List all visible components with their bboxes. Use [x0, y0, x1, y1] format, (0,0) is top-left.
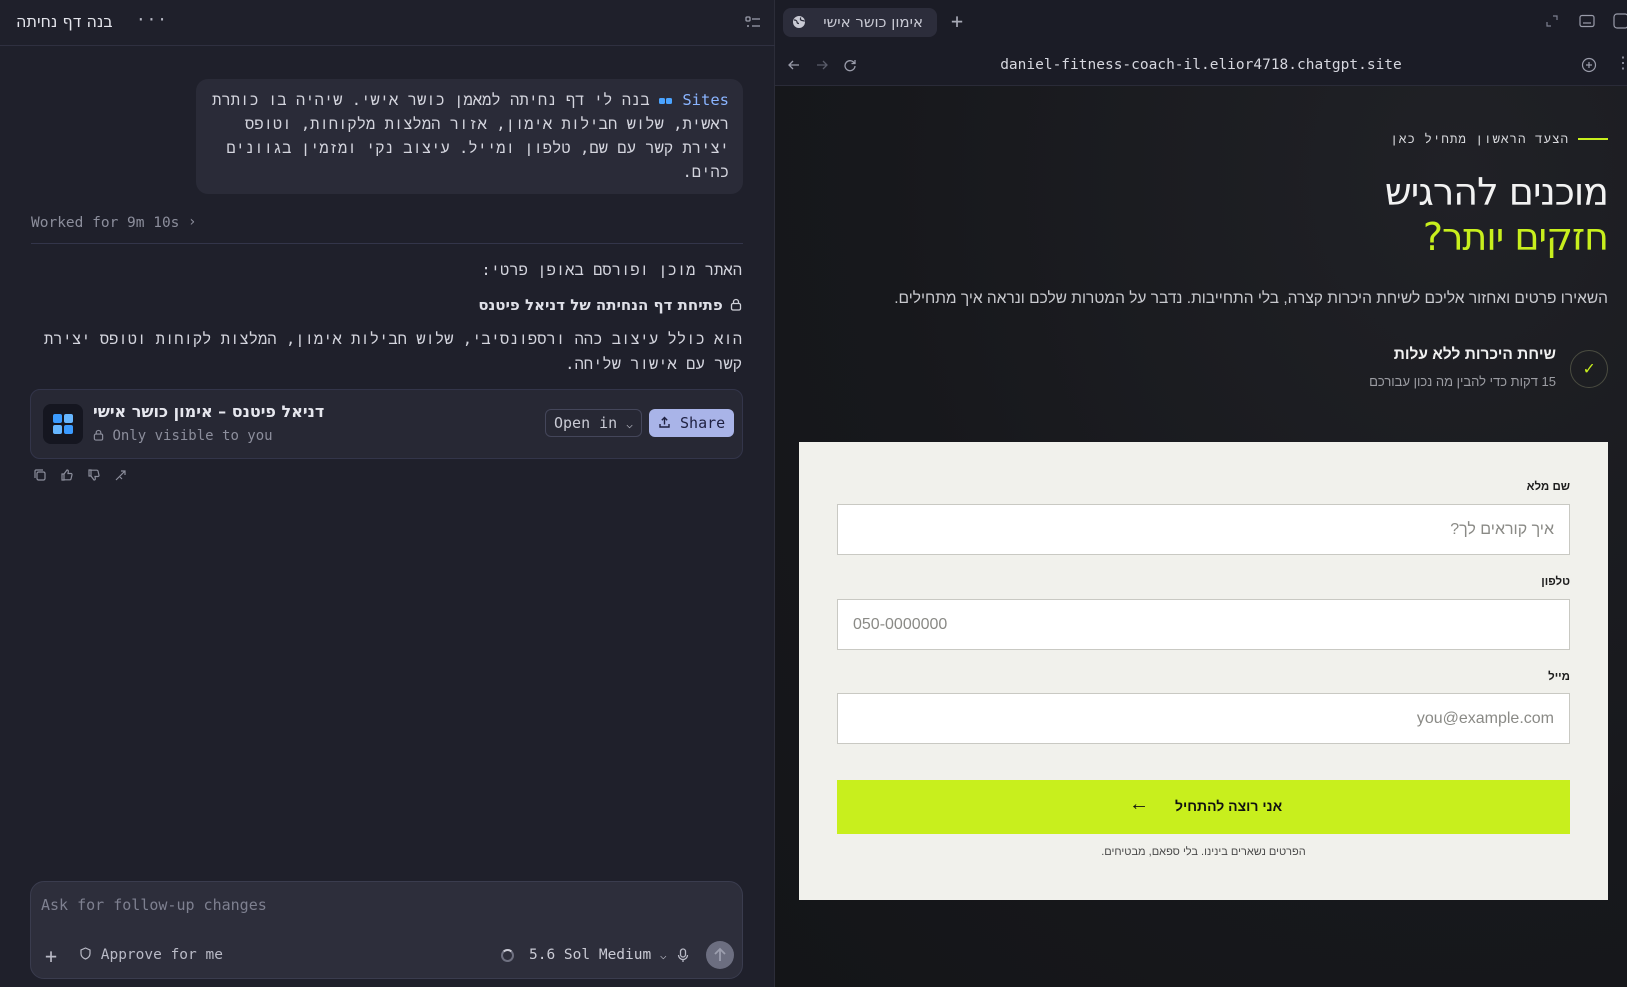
lock-icon — [93, 429, 104, 441]
thumbs-up-icon[interactable] — [60, 468, 74, 482]
name-label: שם מלא — [1526, 481, 1570, 493]
eyebrow-text: הצעד הראשון מתחיל כאן — [1390, 131, 1569, 146]
share-button[interactable]: Share — [649, 409, 735, 437]
arrow-up-icon — [714, 947, 726, 961]
hero-heading-line1: מוכנים להרגיש — [1384, 170, 1609, 214]
chevron-down-icon: ⌵ — [659, 949, 667, 962]
site-visibility-label: Only visible to you — [112, 428, 273, 444]
add-attachment-button[interactable]: + — [45, 944, 57, 968]
submit-label: אני רוצה להתחיל — [1175, 798, 1283, 814]
new-tab-button[interactable]: + — [951, 9, 963, 33]
tab-bar: אימון כושר אישי + — [775, 0, 1627, 46]
assistant-description: הוא כולל עיצוב כהה ורספונסיבי, שלוש חביל… — [43, 330, 742, 373]
open-in-button[interactable]: Open in ⌵ — [545, 409, 642, 437]
privacy-note: הפרטים נשארים בינינו. בלי ספאם, מבטיחים. — [1101, 846, 1306, 858]
thumbs-down-icon[interactable] — [87, 468, 101, 482]
site-logo-icon — [43, 404, 83, 444]
sites-icon — [658, 98, 665, 104]
copy-icon[interactable] — [33, 468, 47, 482]
globe-icon — [793, 16, 806, 28]
follow-up-input[interactable] — [41, 892, 721, 918]
browser-tab[interactable]: אימון כושר אישי — [783, 8, 937, 37]
expand-icon[interactable] — [1545, 14, 1559, 28]
contact-form: שם מלא טלפון מייל אני רוצה להתחיל ← הפרט… — [799, 442, 1608, 900]
user-message-text: בנה לי דף נחיתה למאמן כושר אישי. שיהיה ב… — [212, 91, 729, 181]
benefit-title: שיחת היכרות ללא עלות — [1393, 346, 1556, 363]
hero-heading-line2: חזקים יותר? — [1422, 215, 1609, 259]
lock-icon — [730, 298, 742, 311]
branch-icon[interactable] — [114, 468, 128, 482]
site-name: דניאל פיטנס – אימון כושר אישי — [93, 402, 325, 421]
phone-field[interactable] — [837, 599, 1570, 650]
worked-duration[interactable]: Worked for 9m 10s — [31, 215, 179, 231]
site-visibility: Only visible to you — [93, 428, 273, 444]
open-site-link-label: פתיחת דף הנחיתה של דניאל פיטנס — [478, 296, 723, 314]
sites-icon-2 — [665, 98, 672, 104]
add-icon[interactable] — [1581, 57, 1597, 73]
composer: + Approve for me 5.6 Sol Medium ⌵ — [30, 881, 743, 979]
landing-page: הצעד הראשון מתחיל כאן מוכנים להרגיש חזקי… — [775, 86, 1627, 987]
sites-chip-label: Sites — [682, 91, 729, 109]
assistant-ready-text: האתר מוכן ופורסם באופן פרטי: — [481, 261, 742, 279]
chevron-right-icon[interactable]: › — [188, 214, 196, 230]
chat-header: בנה דף נחיתה ··· — [0, 0, 775, 46]
menu-icon[interactable]: ⋮ — [1615, 53, 1627, 72]
check-icon: ✓ — [1570, 350, 1608, 388]
eyebrow-accent-line — [1578, 138, 1608, 140]
conversation-title[interactable]: בנה דף נחיתה — [16, 12, 113, 31]
divider — [31, 243, 743, 244]
approve-label: Approve for me — [100, 947, 223, 963]
open-site-link[interactable]: פתיחת דף הנחיתה של דניאל פיטנס — [478, 296, 742, 314]
sites-chip[interactable]: Sites — [658, 91, 729, 109]
browser-pane: אימון כושר אישי + daniel-fitness-coach-i… — [775, 0, 1627, 987]
panel-icon[interactable] — [1579, 14, 1595, 28]
navigation-bar: daniel-fitness-coach-il.elior4718.chatgp… — [775, 46, 1627, 86]
sidebar-toggle-icon[interactable] — [1613, 13, 1627, 29]
email-field[interactable] — [837, 693, 1570, 744]
phone-label: טלפון — [1541, 576, 1570, 588]
chat-pane: בנה דף נחיתה ··· Sites בנה לי דף נחיתה ל… — [0, 0, 775, 987]
model-label: 5.6 Sol Medium — [529, 947, 652, 963]
approve-for-me-toggle[interactable]: Approve for me — [79, 947, 223, 963]
hero-subtitle: השאירו פרטים ואחזור אליכם לשיחת היכרות ק… — [894, 290, 1608, 307]
submit-button[interactable]: אני רוצה להתחיל ← — [837, 780, 1570, 834]
arrow-left-icon: ← — [1129, 793, 1149, 815]
chevron-down-icon: ⌵ — [626, 418, 633, 431]
email-label: מייל — [1548, 671, 1570, 683]
model-selector[interactable]: 5.6 Sol Medium ⌵ — [529, 947, 667, 963]
share-label: Share — [680, 414, 726, 432]
microphone-icon[interactable] — [677, 948, 689, 963]
shield-icon — [80, 947, 91, 960]
share-icon — [659, 416, 670, 428]
more-options-button[interactable]: ··· — [136, 10, 168, 29]
open-in-label: Open in — [554, 414, 618, 432]
user-message: Sites בנה לי דף נחיתה למאמן כושר אישי. ש… — [196, 79, 743, 194]
full-name-field[interactable] — [837, 504, 1570, 555]
benefit-subtitle: 15 דקות כדי להבין מה נכון עבורכם — [1369, 374, 1556, 389]
url-bar[interactable]: daniel-fitness-coach-il.elior4718.chatgp… — [775, 57, 1627, 73]
tab-title: אימון כושר אישי — [823, 13, 923, 31]
loading-spinner-icon — [501, 949, 514, 962]
send-button[interactable] — [706, 941, 734, 969]
task-list-icon[interactable] — [744, 14, 762, 32]
site-card[interactable]: דניאל פיטנס – אימון כושר אישי Only visib… — [30, 389, 743, 459]
